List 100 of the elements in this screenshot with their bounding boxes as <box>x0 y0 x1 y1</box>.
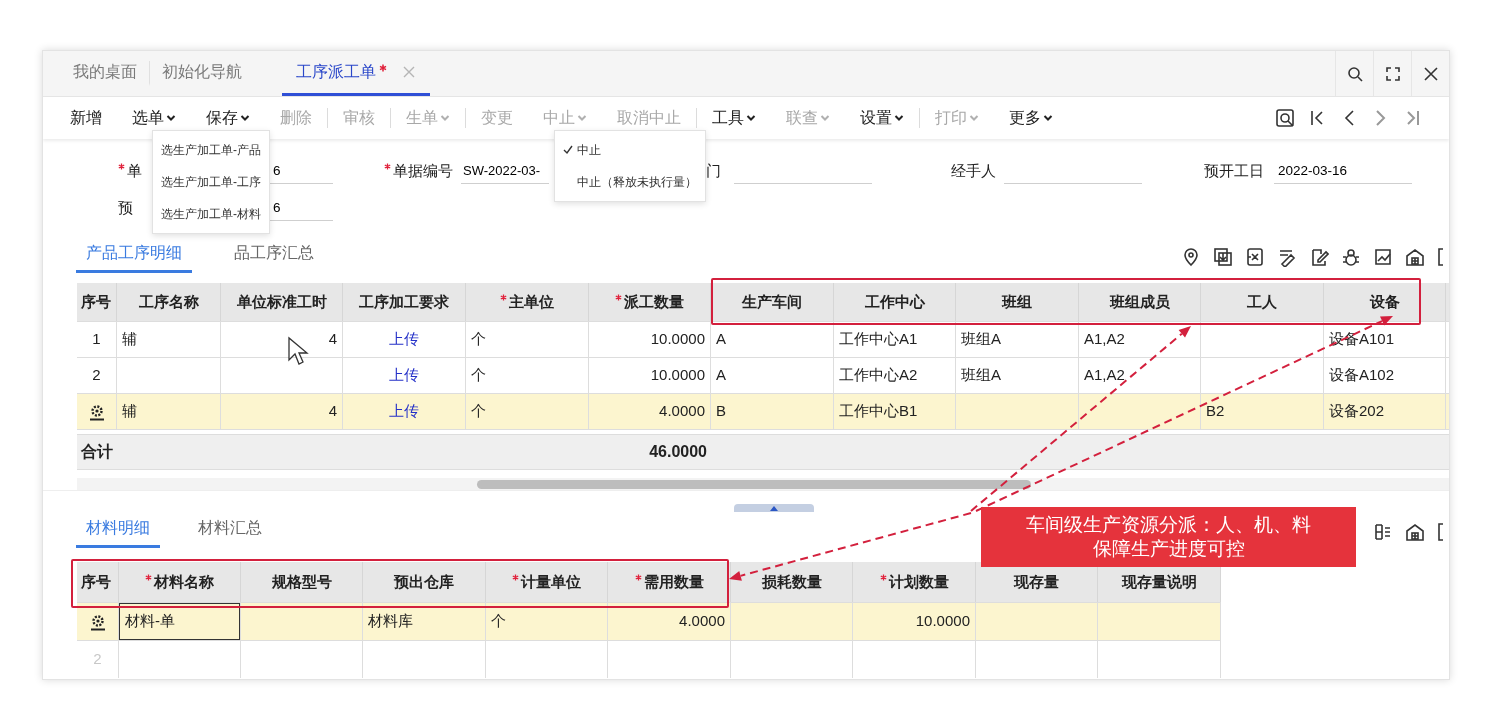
caret-icon <box>969 114 979 122</box>
collapse-handle[interactable] <box>734 504 814 512</box>
upload-link[interactable]: 上传 <box>389 400 419 423</box>
tab[interactable]: 产品工序明细 <box>76 241 192 273</box>
column-header: 工人 <box>1247 291 1277 312</box>
gear-icon[interactable] <box>88 612 107 631</box>
upload-link[interactable]: 上传 <box>389 364 419 387</box>
toolbar-button[interactable]: 保存 <box>191 108 265 128</box>
caret-icon <box>894 114 904 122</box>
table-cell-text: 个 <box>471 401 486 422</box>
close-icon[interactable] <box>1422 65 1439 82</box>
column-header: 主单位 <box>500 290 554 314</box>
upload-link[interactable]: 上传 <box>389 328 419 351</box>
table-cell-text: B <box>716 401 726 422</box>
column-header: 序号 <box>81 571 111 592</box>
table-cell-text: 工作中心A1 <box>839 329 918 350</box>
column-header: 设备 <box>1369 291 1400 312</box>
table-cell-text: 4 <box>328 401 337 422</box>
field-label: 单据编号 <box>384 160 453 183</box>
table-cell-text: A1,A2 <box>1084 329 1125 350</box>
chart-icon[interactable] <box>1373 247 1393 267</box>
sign-icon[interactable] <box>1277 247 1297 267</box>
table-cell-text: A <box>716 329 726 350</box>
table-row[interactable]: 1 辅 4 上传 个 10.0000 A 工作中心A1 班组A A1,A2 设备A101 <box>77 321 1449 357</box>
check-icon <box>563 145 573 155</box>
table-cell-text: 个 <box>471 365 486 386</box>
toolbar-button[interactable]: 新增 <box>55 108 117 128</box>
input-field[interactable]: 6 <box>265 195 333 222</box>
tab[interactable]: 我的桌面 <box>61 61 150 86</box>
row-number: 2 <box>92 365 101 386</box>
cursor-icon <box>287 336 309 366</box>
column-header: 工作中心 <box>864 291 925 312</box>
tab[interactable]: 品工序汇总 <box>220 241 324 273</box>
table-cell-text: 辅 <box>122 401 137 422</box>
table-row[interactable]: 辅 4 上传 个 4.0000 B 工作中心B1 B2 设备202 <box>77 393 1449 429</box>
table-cell-text: 设备202 <box>1329 401 1385 422</box>
columns-icon[interactable] <box>1373 522 1393 542</box>
home-icon[interactable] <box>1405 247 1425 267</box>
table-cell-text: 4 <box>328 329 337 350</box>
table-cell-text: 4.0000 <box>679 611 725 632</box>
scrollbar[interactable] <box>77 478 1449 490</box>
field-label: 单 <box>118 160 142 183</box>
column-header: 派工数量 <box>615 290 684 314</box>
row-number: 1 <box>92 329 101 350</box>
toolbar-button[interactable]: 选单 <box>117 108 191 128</box>
edit-icon[interactable] <box>1309 247 1329 267</box>
total-value: 46.0000 <box>648 442 708 462</box>
field-label: 门 <box>706 161 721 182</box>
toolbar-button[interactable]: 更多 <box>994 108 1068 128</box>
table-row[interactable]: 材料-单 材料库 个 4.0000 10.0000 <box>77 602 1221 640</box>
table-row[interactable]: 2 上传 个 10.0000 A 工作中心A2 班组A A1,A2 设备A102 <box>77 357 1449 393</box>
column-header: 损耗数量 <box>761 571 822 592</box>
bug-icon[interactable] <box>1341 247 1361 267</box>
input-field[interactable]: 2022-03-16 <box>1274 158 1412 185</box>
caret-icon <box>166 114 176 122</box>
gear-icon[interactable] <box>87 402 106 421</box>
caret-icon <box>1043 114 1053 122</box>
column-header: 材料名称 <box>145 570 214 594</box>
total-label: 合计 <box>80 442 114 462</box>
preview-icon[interactable] <box>1275 108 1295 128</box>
table-cell: 材料-单 <box>119 603 240 640</box>
column-header: 班组 <box>1002 291 1032 312</box>
search-icon[interactable] <box>1346 65 1363 82</box>
table-cell-text: 材料库 <box>368 611 413 632</box>
home-icon[interactable] <box>1405 522 1425 542</box>
column-header: 需用数量 <box>634 570 704 594</box>
caret-icon <box>820 114 830 122</box>
column-header: 预出仓库 <box>394 571 454 592</box>
table-cell-text: 辅 <box>122 329 137 350</box>
toolbar-button[interactable]: 设置 <box>845 108 919 128</box>
column-header: 规格型号 <box>271 571 332 592</box>
input-field[interactable]: SW-2022-03- <box>461 159 549 184</box>
fullscreen-icon[interactable] <box>1384 65 1401 82</box>
table-cell-text: 个 <box>471 329 486 350</box>
column-header: 工序加工要求 <box>359 291 449 312</box>
field-label: 预开工日 <box>1204 161 1264 182</box>
table-cell-text: 工作中心A2 <box>839 365 918 386</box>
column-header: 现存量说明 <box>1121 571 1197 592</box>
toolbar-button[interactable]: 工具 <box>696 108 771 128</box>
table-cell-text: 工作中心B1 <box>839 401 918 422</box>
column-header: 生产车间 <box>742 291 802 312</box>
column-header: 工序名称 <box>138 291 199 312</box>
caret-icon <box>440 114 450 122</box>
import-icon[interactable] <box>1213 247 1233 267</box>
tab[interactable]: 材料汇总 <box>188 516 272 548</box>
pin-icon[interactable] <box>1181 247 1201 267</box>
table-cell-text: 设备A101 <box>1329 329 1395 350</box>
table-cell-text: 班组A <box>961 329 1001 350</box>
table-cell-text: 4.0000 <box>659 401 705 422</box>
column-header: 班组成员 <box>1109 291 1170 312</box>
tab[interactable]: 初始化导航 <box>150 51 254 96</box>
input-field[interactable]: 6 <box>265 158 333 185</box>
column-header: 现存量 <box>1014 571 1059 592</box>
export-icon[interactable] <box>1245 247 1265 267</box>
table-cell-text: A1,A2 <box>1084 365 1125 386</box>
table-cell-text: B2 <box>1206 401 1225 422</box>
scrollbar-thumb[interactable] <box>477 480 1031 489</box>
table-cell-text: 班组A <box>961 365 1001 386</box>
tab[interactable]: 材料明细 <box>76 516 160 548</box>
caret-icon <box>577 114 587 122</box>
